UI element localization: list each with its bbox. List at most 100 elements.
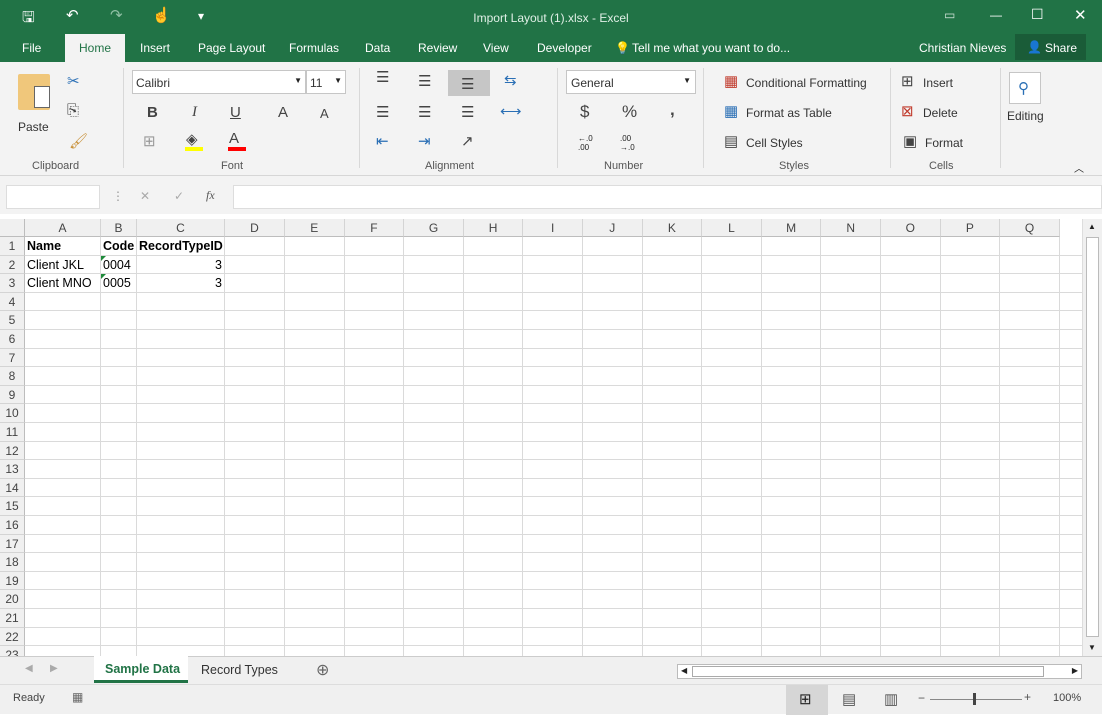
top-align-icon[interactable]: ☰ (376, 68, 389, 86)
bold-button[interactable]: B (147, 104, 158, 121)
font-color-icon[interactable]: A (229, 130, 239, 147)
tab-home[interactable]: Home (65, 34, 126, 62)
merge-center-icon[interactable]: ⟷ (500, 102, 522, 120)
share-button[interactable]: 👤 Share (1015, 34, 1086, 60)
row-header[interactable]: 10 (0, 404, 25, 423)
tab-view[interactable]: View (483, 41, 509, 55)
column-header[interactable]: D (225, 219, 285, 237)
bottom-align-button[interactable]: ☰ (448, 70, 490, 96)
zoom-out-button[interactable]: − (918, 691, 925, 705)
italic-button[interactable]: I (192, 104, 197, 121)
column-header[interactable]: F (344, 219, 405, 237)
name-box[interactable] (6, 185, 100, 209)
cell-A1[interactable]: Name (27, 239, 98, 253)
format-painter-icon[interactable]: 🖌 (69, 132, 88, 150)
tab-data[interactable]: Data (365, 41, 390, 55)
column-header[interactable]: J (583, 219, 643, 237)
row-header[interactable]: 5 (0, 311, 25, 330)
maximize-button[interactable]: ☐ (1031, 6, 1044, 23)
row-header[interactable]: 16 (0, 516, 25, 535)
cell-C1[interactable]: RecordTypeID (139, 239, 223, 253)
cell-A2[interactable]: Client JKL (27, 258, 98, 272)
row-header[interactable]: 23 (0, 646, 25, 656)
row-header[interactable]: 14 (0, 478, 25, 498)
cut-icon[interactable]: ✂ (67, 72, 80, 90)
sheet-tab-sample-data[interactable]: Sample Data (94, 656, 188, 683)
page-layout-view-button[interactable]: ▤ (842, 690, 856, 708)
cancel-button[interactable]: ✕ (140, 189, 150, 203)
row-header[interactable]: 8 (0, 367, 25, 386)
cell-A3[interactable]: Client MNO (27, 276, 98, 290)
column-header[interactable]: M (761, 219, 822, 237)
error-indicator-icon[interactable] (101, 274, 106, 280)
row-header[interactable]: 7 (0, 348, 25, 368)
tab-review[interactable]: Review (418, 41, 457, 55)
collapse-ribbon-icon[interactable]: ︿ (1074, 160, 1084, 175)
row-header[interactable]: 15 (0, 497, 25, 516)
scroll-thumb[interactable] (692, 666, 1044, 677)
zoom-slider[interactable] (930, 699, 1022, 700)
select-all-button[interactable] (0, 219, 25, 237)
conditional-formatting-button[interactable]: Conditional Formatting (746, 76, 867, 90)
ribbon-display-icon[interactable]: ▭ (944, 8, 955, 22)
comma-button[interactable]: , (670, 100, 675, 120)
column-header[interactable]: A (25, 219, 101, 237)
row-header[interactable]: 17 (0, 534, 25, 554)
vertical-scrollbar[interactable]: ▲ ▼ (1082, 219, 1102, 656)
format-as-table-button[interactable]: Format as Table (746, 106, 832, 120)
zoom-slider-handle[interactable] (973, 693, 976, 705)
column-header[interactable]: N (821, 219, 881, 237)
sheet-tab-record-types[interactable]: Record Types (201, 663, 278, 677)
borders-icon[interactable]: ⊞ (143, 132, 156, 150)
decrease-font-button[interactable]: A (320, 106, 329, 121)
increase-decimal-button[interactable]: ←.0 .00 (578, 134, 602, 152)
underline-button[interactable]: U (230, 104, 241, 121)
cell-styles-button[interactable]: Cell Styles (746, 136, 803, 150)
tell-me-search[interactable]: Tell me what you want to do... (632, 41, 790, 55)
row-header[interactable]: 13 (0, 460, 25, 479)
insert-button[interactable]: Insert (923, 76, 953, 90)
copy-icon[interactable]: ⎘ (67, 102, 79, 119)
column-header[interactable]: O (881, 219, 941, 237)
normal-view-button[interactable]: ⊞ (786, 685, 828, 715)
format-button[interactable]: Format (925, 136, 963, 150)
row-header[interactable]: 2 (0, 255, 25, 275)
cell-B3[interactable]: 0005 (103, 276, 134, 290)
horizontal-scrollbar[interactable]: ◀ ▶ (677, 664, 1082, 679)
page-break-view-button[interactable]: ▥ (884, 690, 898, 708)
currency-button[interactable]: $ (580, 102, 589, 122)
row-header[interactable]: 18 (0, 553, 25, 572)
font-size-dropdown[interactable]: 11 ▼ (306, 70, 346, 94)
decrease-decimal-button[interactable]: .00 →.0 (620, 134, 644, 152)
column-header[interactable]: P (940, 219, 1001, 237)
column-header[interactable]: E (285, 219, 345, 237)
row-header[interactable]: 9 (0, 385, 25, 405)
decrease-indent-icon[interactable]: ⇤ (376, 132, 389, 150)
row-header[interactable]: 19 (0, 571, 25, 591)
number-format-dropdown[interactable]: General ▼ (566, 70, 696, 94)
row-header[interactable]: 4 (0, 292, 25, 312)
wrap-text-icon[interactable]: ⇆ (504, 71, 517, 89)
align-center-icon[interactable]: ☰ (418, 103, 431, 121)
tab-file[interactable]: File (22, 41, 41, 55)
new-sheet-icon[interactable]: ⊕ (316, 660, 329, 680)
middle-align-icon[interactable]: ☰ (418, 72, 431, 90)
column-header[interactable]: Q (1000, 219, 1060, 237)
paste-icon[interactable] (18, 74, 50, 110)
user-name[interactable]: Christian Nieves (919, 41, 1006, 55)
next-sheet-icon[interactable]: ▶ (50, 663, 58, 674)
minimize-button[interactable]: — (990, 8, 1002, 22)
prev-sheet-icon[interactable]: ◀ (25, 663, 33, 674)
tab-page-layout[interactable]: Page Layout (198, 41, 265, 55)
increase-indent-icon[interactable]: ⇥ (418, 132, 431, 150)
column-header[interactable]: I (523, 219, 583, 237)
delete-button[interactable]: Delete (923, 106, 958, 120)
tab-developer[interactable]: Developer (537, 41, 592, 55)
cell-C3[interactable]: 3 (139, 276, 222, 290)
cell-B1[interactable]: Code (103, 239, 134, 253)
formula-input[interactable] (233, 185, 1102, 209)
row-header[interactable]: 20 (0, 590, 25, 609)
row-header[interactable]: 11 (0, 423, 25, 442)
paste-button[interactable]: Paste (18, 120, 49, 134)
row-header[interactable]: 3 (0, 274, 25, 293)
